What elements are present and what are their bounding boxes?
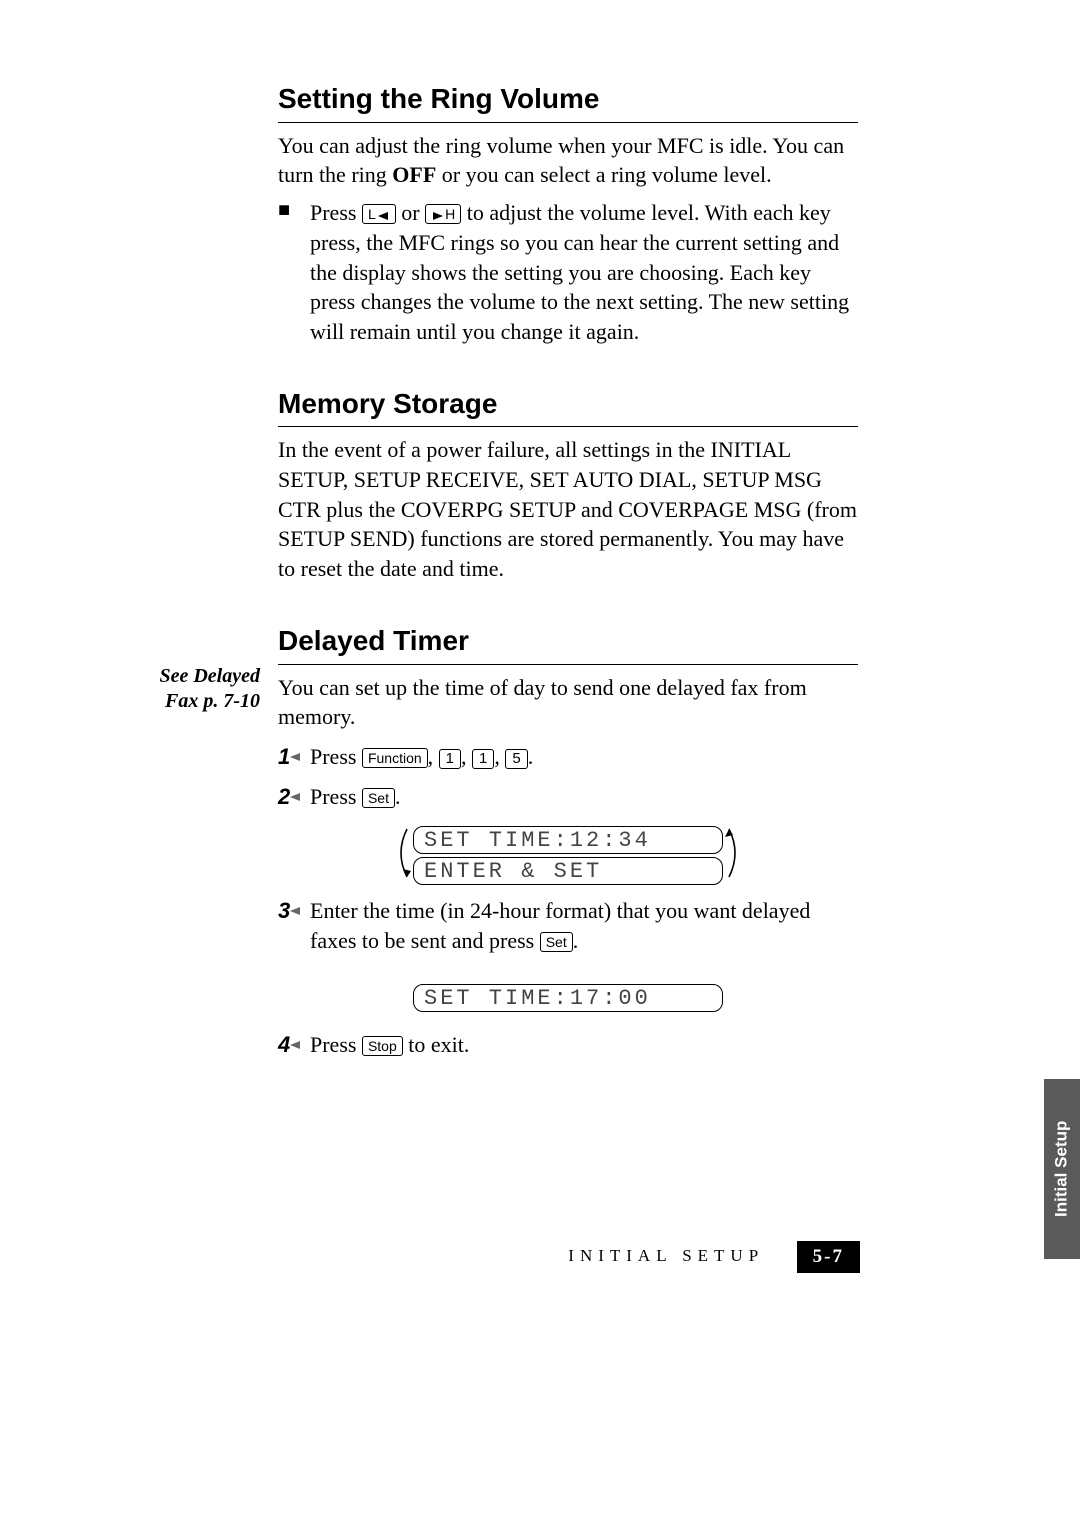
text: to exit. <box>403 1032 470 1057</box>
bullet-text: Press L or H to adjust the volume level.… <box>310 198 858 346</box>
page-footer: INITIAL SETUP 5-7 <box>130 1241 860 1273</box>
text: Press <box>310 200 362 225</box>
text: Press <box>310 1032 362 1057</box>
key-stop: Stop <box>362 1036 403 1056</box>
key-function: Function <box>362 748 428 768</box>
footer-page-number: 5-7 <box>797 1241 860 1273</box>
step-1: 1 Press Function, 1, 1, 5. <box>278 742 858 772</box>
step-number-icon: 2 <box>278 782 310 812</box>
step-number-icon: 1 <box>278 742 310 772</box>
scroll-right-icon <box>723 825 745 886</box>
heading-ring-volume: Setting the Ring Volume <box>278 80 858 123</box>
step-digit: 3 <box>278 896 290 926</box>
bullet-square-icon: ■ <box>278 198 310 346</box>
text: . <box>573 928 579 953</box>
step-2: 2 Press Set. <box>278 782 858 812</box>
key-set: Set <box>540 932 573 952</box>
lcd-line-2: ENTER & SET <box>413 857 723 885</box>
text-bold-off: OFF <box>392 162 436 187</box>
scroll-left-icon <box>391 825 413 886</box>
step-body: Enter the time (in 24-hour format) that … <box>310 896 858 955</box>
step-digit: 4 <box>278 1030 290 1060</box>
memory-body: In the event of a power failure, all set… <box>278 435 858 583</box>
lcd-display-single: SET TIME:17:00 <box>278 970 858 1020</box>
step-4: 4 Press Stop to exit. <box>278 1030 858 1060</box>
step-body: Press Stop to exit. <box>310 1030 858 1060</box>
step-number-icon: 4 <box>278 1030 310 1060</box>
step-digit: 1 <box>278 742 290 772</box>
key-1: 1 <box>472 749 494 769</box>
key-label: H <box>445 206 455 222</box>
step-body: Press Set. <box>310 782 858 812</box>
key-label: L <box>368 206 376 222</box>
heading-delayed-timer: Delayed Timer <box>278 622 858 665</box>
ring-intro: You can adjust the ring volume when your… <box>278 131 858 190</box>
lcd-display-group: SET TIME:12:34 ENTER & SET <box>278 825 858 886</box>
text: . <box>528 744 534 769</box>
bullet-item: ■ Press L or H to adjust the volume leve… <box>278 198 858 346</box>
lcd-line-3: SET TIME:17:00 <box>413 984 723 1012</box>
step-digit: 2 <box>278 782 290 812</box>
step-body: Press Function, 1, 1, 5. <box>310 742 858 772</box>
margin-note-see-delayed-fax: See Delayed Fax p. 7-10 <box>130 664 260 714</box>
key-set: Set <box>362 788 395 808</box>
text: or you can select a ring volume level. <box>436 162 771 187</box>
lcd-line-1: SET TIME:12:34 <box>413 826 723 854</box>
text: , <box>494 744 505 769</box>
text: Press <box>310 784 362 809</box>
delayed-intro: You can set up the time of day to send o… <box>278 673 858 732</box>
section-ring-volume: Setting the Ring Volume You can adjust t… <box>278 80 858 347</box>
step-3: 3 Enter the time (in 24-hour format) tha… <box>278 896 858 955</box>
text: . <box>395 784 401 809</box>
step-number-icon: 3 <box>278 896 310 955</box>
key-1: 1 <box>439 749 461 769</box>
heading-memory-storage: Memory Storage <box>278 385 858 428</box>
text: , <box>428 744 439 769</box>
footer-chapter-label: INITIAL SETUP <box>568 1246 764 1265</box>
page-body: Setting the Ring Volume You can adjust t… <box>130 80 860 1097</box>
thumb-tab-initial-setup: Initial Setup <box>1044 1079 1080 1259</box>
text: or <box>396 200 425 225</box>
section-memory-storage: Memory Storage In the event of a power f… <box>278 385 858 584</box>
key-volume-high: H <box>425 204 461 224</box>
section-delayed-timer: Delayed Timer See Delayed Fax p. 7-10 Yo… <box>130 622 860 1060</box>
text: Press <box>310 744 362 769</box>
key-5: 5 <box>505 749 527 769</box>
key-volume-low: L <box>362 204 396 224</box>
text: , <box>461 744 472 769</box>
